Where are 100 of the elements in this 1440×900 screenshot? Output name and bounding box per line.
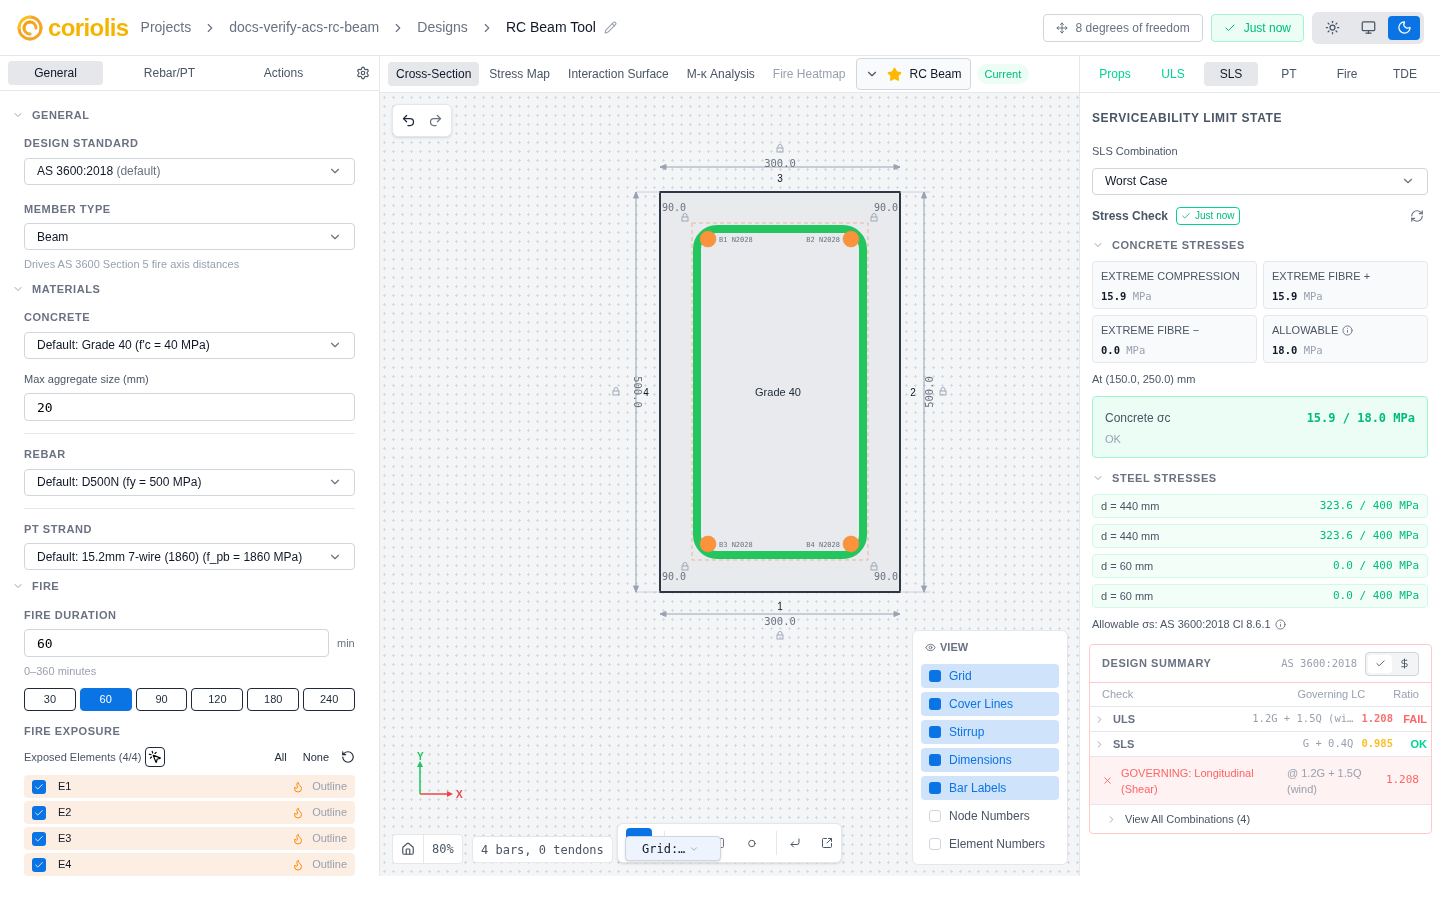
- breadcrumb-link[interactable]: docs-verify-acs-rc-beam: [229, 17, 380, 38]
- checkbox[interactable]: [929, 753, 941, 766]
- check-name: ULS: [1113, 711, 1136, 727]
- dof-button[interactable]: 8 degrees of freedom: [1042, 13, 1203, 42]
- result-tab[interactable]: TDE: [1378, 62, 1432, 86]
- moon-icon[interactable]: [1388, 15, 1420, 40]
- element-row[interactable]: E1 Outline: [24, 775, 355, 798]
- summary-row[interactable]: ULS 1.2G + 1.5Q (wi… 1.208 FAIL: [1090, 707, 1431, 732]
- axis-label: Y: [417, 751, 424, 762]
- breadcrumb-link[interactable]: RC Beam Tool: [505, 17, 596, 38]
- check-mode-button[interactable]: [1368, 654, 1392, 673]
- breadcrumb-link[interactable]: Projects: [140, 17, 192, 38]
- select-on-canvas-button[interactable]: [145, 747, 166, 767]
- checkbox[interactable]: [32, 857, 46, 872]
- settings-icon[interactable]: [356, 65, 370, 80]
- result-tab[interactable]: Fire: [1320, 62, 1374, 86]
- select-all-link[interactable]: All: [274, 748, 287, 766]
- pencil-icon[interactable]: [603, 21, 617, 34]
- view-option[interactable]: Node Numbers: [921, 803, 1059, 828]
- select-field[interactable]: Default: Grade 40 (f'c = 40 MPa): [24, 331, 355, 359]
- lock-icon[interactable]: [776, 631, 784, 640]
- view-option[interactable]: Bar Labels: [921, 775, 1059, 800]
- checkbox[interactable]: [32, 779, 46, 794]
- field-label: DESIGN STANDARD: [24, 136, 140, 151]
- eye-icon: [925, 641, 936, 653]
- select-none-link[interactable]: None: [302, 748, 329, 766]
- preset-button[interactable]: 120: [191, 687, 244, 711]
- lock-icon[interactable]: [870, 562, 878, 571]
- select-field[interactable]: Beam: [24, 223, 355, 250]
- view-option[interactable]: Stirrup: [921, 719, 1059, 744]
- unit-label: min: [337, 635, 355, 651]
- rebar[interactable]: [842, 535, 860, 553]
- flame-icon: [292, 832, 305, 845]
- checkbox[interactable]: [929, 669, 941, 682]
- view-option[interactable]: Dimensions: [921, 747, 1059, 772]
- lock-icon[interactable]: [681, 213, 689, 222]
- select-field[interactable]: Default: 15.2mm 7-wire (1860) (f_pb = 1860 MPa): [24, 543, 355, 570]
- result-status: OK: [1105, 431, 1122, 447]
- checkbox[interactable]: [929, 781, 941, 794]
- breadcrumb-link[interactable]: Designs: [417, 17, 468, 38]
- select-field[interactable]: Default: D500N (fy = 500 MPa): [24, 468, 355, 496]
- exposure-mode: Outline: [312, 857, 347, 873]
- result-tab[interactable]: PT: [1262, 62, 1316, 86]
- section-title: GENERAL: [32, 107, 90, 123]
- check-icon: [34, 833, 44, 844]
- input-field[interactable]: 60: [24, 629, 329, 657]
- view-option[interactable]: Element Numbers: [921, 831, 1059, 856]
- redo-icon[interactable]: [428, 113, 443, 128]
- grid-dropdown[interactable]: Grid:…: [625, 836, 721, 861]
- element-row[interactable]: E3 Outline: [24, 827, 355, 850]
- checkbox[interactable]: [929, 809, 941, 822]
- field-label: SLS Combination: [1092, 144, 1179, 159]
- element-row[interactable]: E2 Outline: [24, 801, 355, 824]
- panel-tab[interactable]: General: [8, 60, 103, 85]
- select-field[interactable]: AS 3600:2018 (default): [24, 157, 355, 185]
- preset-button[interactable]: 90: [135, 687, 188, 711]
- view-option[interactable]: Grid: [921, 663, 1059, 688]
- rebar[interactable]: [842, 230, 860, 248]
- lock-icon[interactable]: [612, 387, 620, 396]
- preset-button[interactable]: 180: [247, 687, 300, 711]
- rebar[interactable]: [699, 535, 717, 553]
- section-title: Stress Check: [1092, 207, 1169, 225]
- refresh-icon[interactable]: [1410, 208, 1424, 223]
- design-picker[interactable]: RC Beam: [855, 58, 971, 90]
- field-label: MEMBER TYPE: [24, 201, 112, 217]
- view-tab[interactable]: Stress Map: [481, 62, 559, 86]
- element-label: E3: [58, 831, 73, 847]
- undo-icon[interactable]: [401, 113, 416, 128]
- checkbox[interactable]: [32, 831, 46, 846]
- checkbox[interactable]: [929, 697, 941, 710]
- move-icon: [1055, 21, 1068, 34]
- reset-icon[interactable]: [341, 750, 355, 764]
- preset-button[interactable]: 30: [24, 687, 76, 711]
- panel-tab[interactable]: Rebar/PT: [122, 60, 217, 85]
- combinations-link[interactable]: View All Combinations (4): [1125, 810, 1251, 828]
- rebar[interactable]: [699, 230, 717, 248]
- checkbox[interactable]: [32, 805, 46, 820]
- location-text: At (150.0, 250.0) mm: [1092, 372, 1197, 387]
- view-tab[interactable]: M-κ Analysis: [678, 62, 763, 86]
- concrete-section[interactable]: [659, 191, 901, 593]
- view-option[interactable]: Cover Lines: [921, 691, 1059, 716]
- lock-icon[interactable]: [870, 213, 878, 222]
- element-row[interactable]: E4 Outline: [24, 853, 355, 876]
- preset-button[interactable]: 60: [79, 687, 132, 711]
- view-tab[interactable]: Cross-Section: [388, 62, 480, 86]
- view-tab[interactable]: Interaction Surface: [560, 62, 677, 86]
- panel-tab[interactable]: Actions: [236, 60, 331, 85]
- checkbox[interactable]: [929, 837, 941, 850]
- export-icon[interactable]: [821, 836, 833, 850]
- element-count: 4 bars, 0 tendons: [472, 836, 613, 863]
- preset-button[interactable]: 240: [303, 687, 355, 711]
- lock-icon[interactable]: [939, 387, 947, 396]
- checkbox[interactable]: [929, 725, 941, 738]
- lock-icon[interactable]: [681, 562, 689, 571]
- lock-icon[interactable]: [776, 144, 784, 153]
- input-field[interactable]: 20: [24, 393, 355, 421]
- select-field[interactable]: Worst Case: [1092, 167, 1428, 195]
- result-tab[interactable]: SLS: [1204, 62, 1258, 86]
- return-icon[interactable]: [789, 836, 801, 850]
- circle-icon[interactable]: [748, 838, 757, 848]
